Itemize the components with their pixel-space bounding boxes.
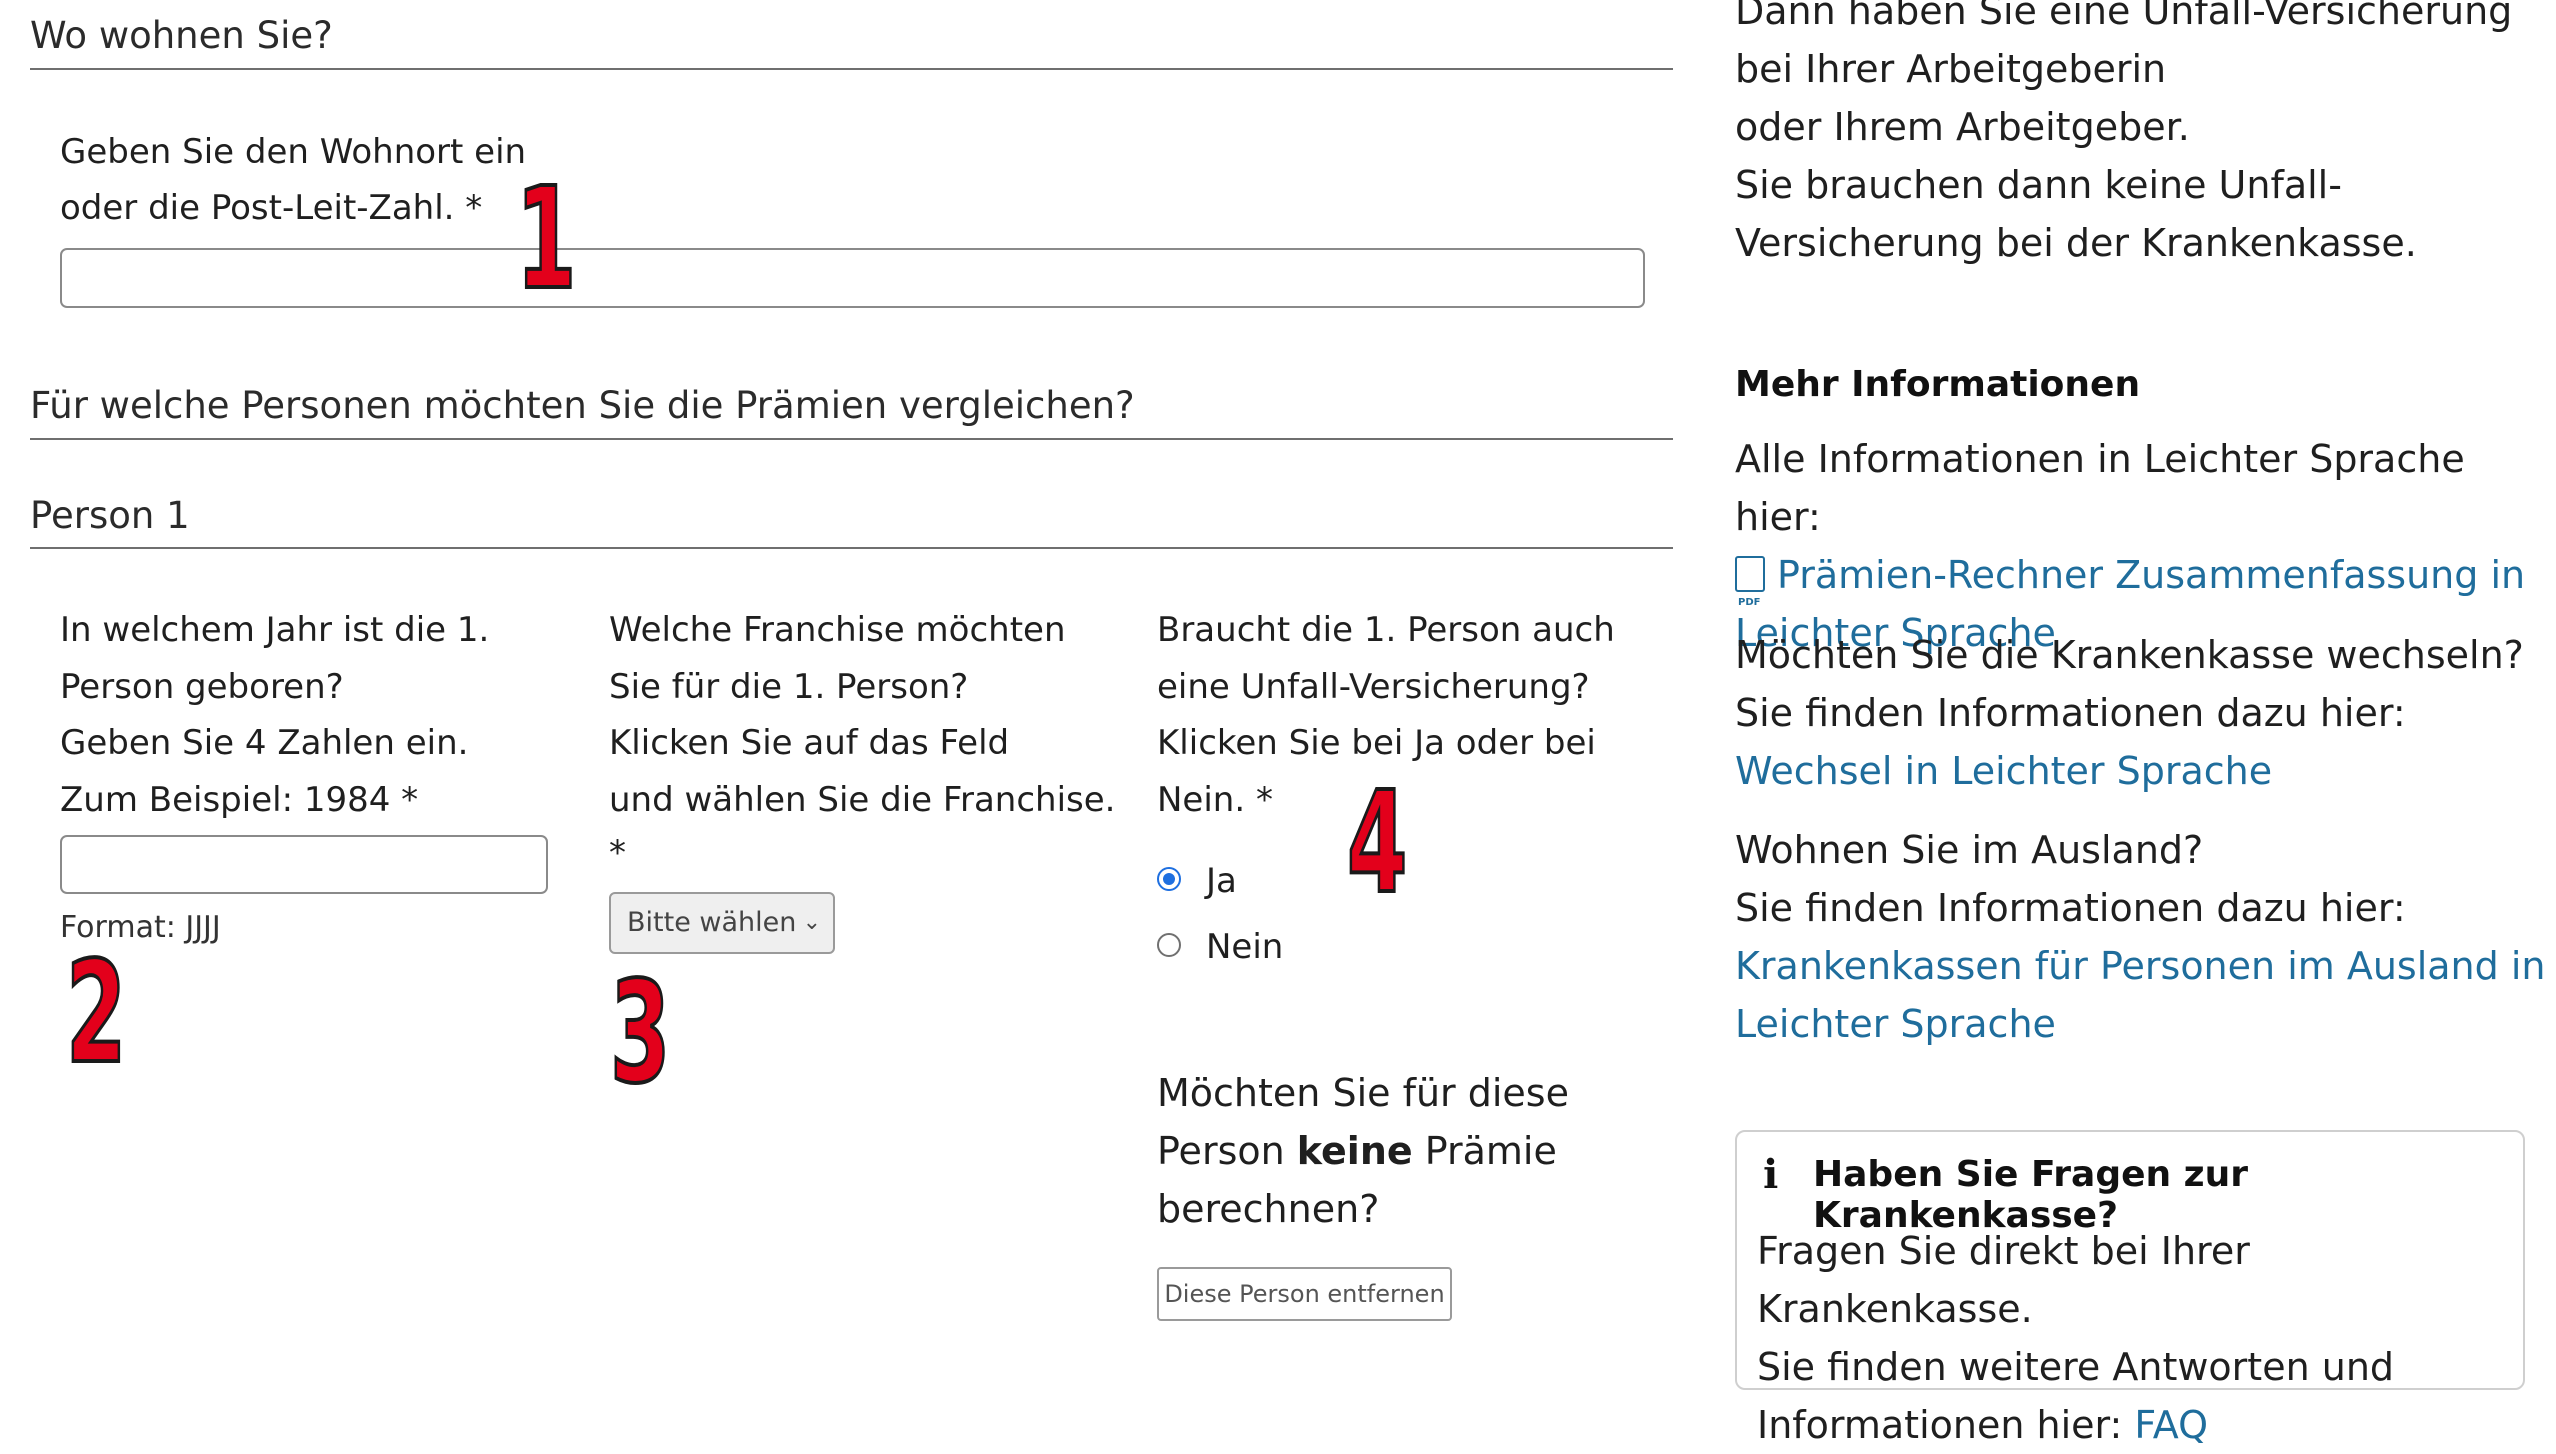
info-box-line2: Sie finden weitere Antworten und xyxy=(1757,1345,2395,1389)
info3-line2: Sie finden Informationen dazu hier: xyxy=(1735,886,2406,930)
sidebar-intro-line: Dann haben Sie eine Unfall-Versicherung xyxy=(1735,0,2513,33)
info1-link-line1[interactable]: Prämien-Rechner Zusammenfassung in xyxy=(1777,553,2525,597)
franchise-label-line: * xyxy=(609,833,626,873)
residence-divider xyxy=(30,68,1673,70)
accident-radio-nein-label[interactable]: Nein xyxy=(1206,927,1283,967)
residence-label-line2: oder die Post-Leit-Zahl. * xyxy=(60,188,483,228)
birth-label-line: Geben Sie 4 Zahlen ein. xyxy=(60,723,469,763)
info-block-2: Möchten Sie die Krankenkasse wechseln? S… xyxy=(1735,626,2524,800)
person1-divider xyxy=(30,547,1673,549)
chevron-down-icon: ⌄ xyxy=(802,910,821,935)
info-box-body: Fragen Sie direkt bei Ihrer Krankenkasse… xyxy=(1757,1222,2523,1454)
remove-text-line1: Möchten Sie für diese xyxy=(1157,1071,1569,1115)
accident-radio-ja[interactable] xyxy=(1157,867,1181,891)
birth-label-line: In welchem Jahr ist die 1. xyxy=(60,610,490,650)
sidebar-intro-line: Versicherung bei der Krankenkasse. xyxy=(1735,221,2417,265)
sidebar-intro-line: oder Ihrem Arbeitgeber. xyxy=(1735,105,2190,149)
remove-person-button[interactable]: Diese Person entfernen xyxy=(1157,1267,1452,1321)
remove-text-line3: berechnen? xyxy=(1157,1187,1380,1231)
residence-input[interactable] xyxy=(60,248,1645,308)
info1-link[interactable]: PDF Prämien-Rechner Zusammenfassung in xyxy=(1735,546,2556,608)
annotation-marker-1: 1 xyxy=(515,158,578,321)
info-icon: ℹ xyxy=(1763,1152,1779,1198)
franchise-label-line: Welche Franchise möchten xyxy=(609,610,1066,650)
remove-text-pre: Person xyxy=(1157,1129,1297,1173)
more-info-heading: Mehr Informationen xyxy=(1735,364,2141,405)
info2-line1: Möchten Sie die Krankenkasse wechseln? xyxy=(1735,633,2524,677)
info3-link-line2[interactable]: Leichter Sprache xyxy=(1735,995,2546,1053)
franchise-label: Welche Franchise möchten Sie für die 1. … xyxy=(609,602,1115,878)
residence-label-line1: Geben Sie den Wohnort ein xyxy=(60,132,527,172)
remove-text-line2: Person keine Prämie xyxy=(1157,1122,1569,1180)
info2-line2: Sie finden Informationen dazu hier: xyxy=(1735,691,2406,735)
annotation-marker-3: 3 xyxy=(609,952,672,1115)
annotation-marker-4: 4 xyxy=(1346,762,1409,925)
accident-radio-nein[interactable] xyxy=(1157,933,1181,957)
info2-link[interactable]: Wechsel in Leichter Sprache xyxy=(1735,742,2524,800)
info-box-line3-text: Informationen hier: xyxy=(1757,1403,2135,1447)
accident-label-line: eine Unfall-Versicherung? xyxy=(1157,666,1590,707)
accident-label-line: Braucht die 1. Person auch xyxy=(1157,610,1615,650)
birth-label-line: Zum Beispiel: 1984 * xyxy=(60,779,419,820)
person1-heading: Person 1 xyxy=(30,494,190,537)
info3-link-line1[interactable]: Krankenkassen für Personen im Ausland in xyxy=(1735,937,2546,995)
info-block-3: Wohnen Sie im Ausland? Sie finden Inform… xyxy=(1735,821,2546,1053)
faq-link[interactable]: FAQ xyxy=(2134,1403,2208,1447)
franchise-label-line: Sie für die 1. Person? xyxy=(609,666,969,707)
franchise-label-line: Klicken Sie auf das Feld xyxy=(609,723,1010,763)
franchise-select-value: Bitte wählen xyxy=(627,907,797,938)
pdf-icon-text: PDF xyxy=(1738,597,1761,608)
residence-heading: Wo wohnen Sie? xyxy=(30,14,333,57)
info3-line1: Wohnen Sie im Ausland? xyxy=(1735,828,2204,872)
sidebar-intro-line: Sie brauchen dann keine Unfall- xyxy=(1735,163,2342,207)
annotation-marker-2: 2 xyxy=(65,932,128,1095)
franchise-select[interactable]: Bitte wählen ⌄ xyxy=(609,892,835,954)
remove-text-bold: keine xyxy=(1296,1129,1413,1173)
info-box-line3: Informationen hier: FAQ xyxy=(1757,1396,2523,1454)
persons-divider xyxy=(30,438,1673,440)
faq-info-box: ℹ Haben Sie Fragen zur Krankenkasse? Fra… xyxy=(1735,1130,2525,1447)
sidebar-intro-line: bei Ihrer Arbeitgeberin xyxy=(1735,47,2167,91)
pdf-icon: PDF xyxy=(1735,556,1765,608)
info1-text: Alle Informationen in Leichter Sprache h… xyxy=(1735,437,2465,539)
birth-year-input[interactable] xyxy=(60,835,548,894)
birth-year-label: In welchem Jahr ist die 1. Person gebore… xyxy=(60,602,489,828)
sidebar-intro: Dann haben Sie eine Unfall-Versicherung … xyxy=(1735,0,2512,272)
remove-person-text: Möchten Sie für diese Person keine Prämi… xyxy=(1157,1064,1569,1238)
franchise-label-line: und wählen Sie die Franchise. xyxy=(609,779,1116,820)
remove-text-post: Prämie xyxy=(1412,1129,1557,1173)
persons-heading: Für welche Personen möchten Sie die Präm… xyxy=(30,384,1135,427)
birth-label-line: Person geboren? xyxy=(60,666,344,707)
accident-radio-ja-label[interactable]: Ja xyxy=(1206,861,1237,901)
info-box-line1: Fragen Sie direkt bei Ihrer Krankenkasse… xyxy=(1757,1229,2250,1331)
